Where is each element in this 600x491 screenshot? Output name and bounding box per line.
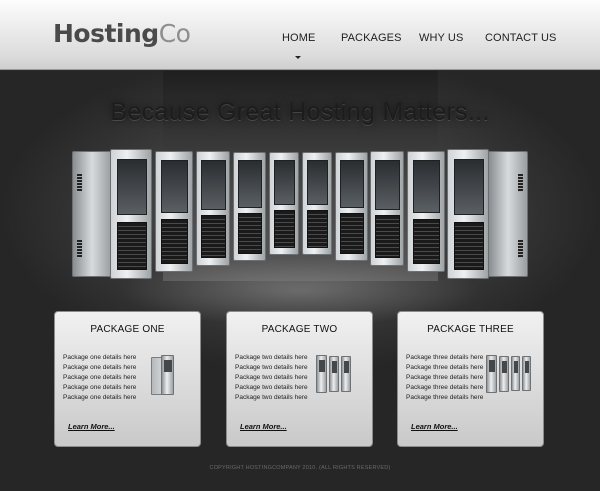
server-icon [329, 356, 339, 392]
package-detail: Package one details here [63, 363, 137, 371]
server-icon [407, 151, 445, 272]
server-icon [161, 355, 174, 395]
package-detail: Package three details here [406, 373, 484, 381]
site-header: HostingCo HOME PACKAGES WHY US CONTACT U… [0, 0, 600, 70]
server-icon [110, 149, 152, 279]
package-details: Package one details here Package one det… [63, 353, 136, 402]
package-detail: Package two details here [235, 354, 308, 361]
server-rack-icon [0, 71, 600, 331]
server-icon [341, 356, 351, 392]
package-detail: Package one details here [63, 383, 137, 391]
main-nav: HOME PACKAGES WHY US CONTACT US [0, 32, 600, 59]
package-card-three: PACKAGE THREE Package three details here… [397, 311, 544, 447]
package-detail: Package three details here [406, 393, 484, 401]
nav-why-us[interactable]: WHY US [419, 32, 463, 44]
package-detail: Package three details here [406, 354, 484, 361]
package-detail: Package three details here [406, 383, 484, 391]
server-icon [269, 152, 299, 255]
package-detail: Package one details here [63, 393, 137, 401]
server-icon [522, 356, 531, 391]
server-icon [486, 355, 497, 393]
nav-contact-us[interactable]: CONTACT US [485, 32, 557, 44]
server-icon [72, 151, 112, 277]
server-icon [511, 356, 520, 391]
package-detail: Package two details here [235, 383, 308, 391]
package-detail: Package one details here [63, 354, 137, 361]
learn-more-link[interactable]: Learn More... [411, 422, 458, 431]
active-indicator-icon [295, 56, 301, 59]
server-icon [196, 151, 230, 266]
server-icon [335, 152, 368, 261]
server-icon [302, 152, 332, 255]
hero-stage: Because Great Hosting Matters... PACKAGE… [0, 71, 600, 491]
package-card-one: PACKAGE ONE Package one details here Pac… [54, 311, 201, 447]
footer-copyright: COPYRIGHT HOSTINGCOMPANY 2010. (ALL RIGH… [209, 465, 391, 471]
package-title: PACKAGE TWO [261, 324, 338, 335]
package-details: Package two details here Package two det… [235, 353, 308, 402]
server-icon [488, 151, 528, 277]
package-title: PACKAGE ONE [90, 324, 165, 335]
package-card-two: PACKAGE TWO Package two details here Pac… [226, 311, 373, 447]
package-details: Package three details here Package three… [406, 353, 483, 402]
server-icon [233, 152, 266, 261]
learn-more-link[interactable]: Learn More... [240, 422, 287, 431]
package-detail: Package two details here [235, 363, 308, 371]
server-icon [316, 355, 327, 393]
package-detail: Package one details here [63, 373, 137, 381]
nav-packages[interactable]: PACKAGES [341, 32, 402, 44]
package-detail: Package two details here [235, 373, 308, 381]
server-icon [447, 149, 489, 279]
package-detail: Package three details here [406, 363, 484, 371]
nav-home[interactable]: HOME [282, 32, 315, 44]
package-detail: Package two details here [235, 393, 308, 401]
server-icon [499, 356, 509, 392]
server-icon [370, 151, 404, 266]
learn-more-link[interactable]: Learn More... [68, 422, 115, 431]
server-icon [155, 151, 193, 272]
package-title: PACKAGE THREE [427, 324, 514, 335]
